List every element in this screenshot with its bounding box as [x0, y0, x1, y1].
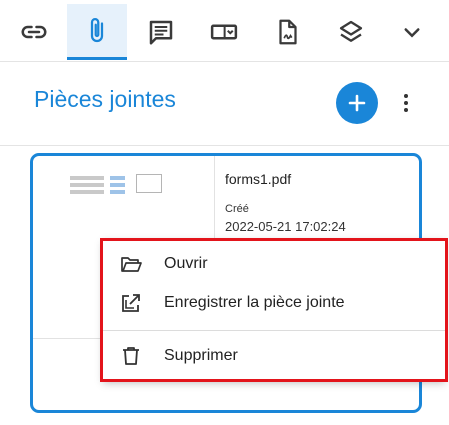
attachment-tool-button[interactable] — [67, 4, 127, 60]
add-attachment-button[interactable] — [336, 82, 378, 124]
layers-tool-button[interactable] — [321, 4, 381, 60]
menu-item-label: Supprimer — [164, 347, 238, 364]
card-divider — [214, 156, 215, 238]
trash-icon — [123, 347, 139, 365]
chevron-down-icon — [404, 28, 420, 38]
signature-tool-button[interactable] — [258, 4, 318, 60]
export-icon — [122, 294, 140, 312]
panel-more-button[interactable] — [394, 86, 418, 120]
menu-separator — [103, 330, 445, 331]
created-label: Créé — [225, 203, 249, 215]
signature-icon — [279, 19, 297, 45]
more-tools-button[interactable] — [382, 4, 442, 60]
file-thumbnail — [70, 174, 162, 194]
form-field-icon — [210, 24, 238, 40]
menu-item-save[interactable]: Enregistrer la pièce jointe — [103, 283, 445, 323]
panel-header: Pièces jointes — [0, 62, 449, 146]
created-date: 2022-05-21 17:02:24 — [225, 219, 346, 234]
menu-item-label: Ouvrir — [164, 255, 208, 272]
plus-icon — [348, 94, 366, 112]
layers-icon — [339, 20, 363, 42]
attachment-file-name: forms1.pdf — [225, 171, 292, 187]
context-menu: Ouvrir Enregistrer la pièce jointe Suppr… — [103, 240, 445, 381]
menu-item-label: Enregistrer la pièce jointe — [164, 294, 345, 311]
panel-title: Pièces jointes — [34, 86, 176, 112]
comment-tool-button[interactable] — [131, 4, 191, 60]
menu-item-delete[interactable]: Supprimer — [103, 336, 445, 376]
menu-item-open[interactable]: Ouvrir — [103, 244, 445, 284]
folder-open-icon — [121, 257, 142, 272]
link-icon — [21, 25, 47, 39]
form-field-tool-button[interactable] — [194, 4, 254, 60]
more-vertical-icon — [404, 94, 408, 112]
link-tool-button[interactable] — [4, 4, 64, 60]
toolbar — [0, 0, 449, 62]
comment-icon — [149, 20, 173, 45]
paperclip-icon — [90, 17, 104, 42]
